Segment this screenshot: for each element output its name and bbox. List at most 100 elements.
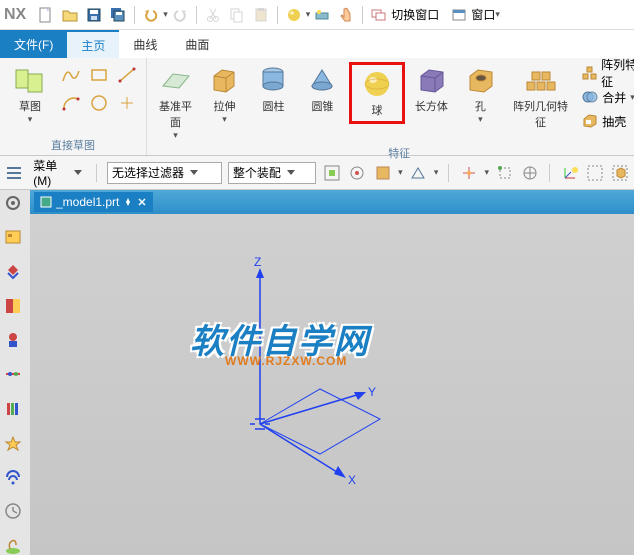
- redo-icon[interactable]: [170, 5, 190, 25]
- circle-icon[interactable]: [86, 90, 112, 116]
- system-icon[interactable]: [4, 537, 26, 555]
- separator: [448, 164, 449, 182]
- tab-home[interactable]: 主页: [67, 30, 119, 58]
- viewport[interactable]: Z Y X 软件自学网 WWW.RJZXW.COM: [30, 214, 634, 555]
- history-icon[interactable]: [4, 502, 26, 520]
- svg-text:Y: Y: [368, 385, 376, 399]
- separator: [96, 164, 97, 182]
- svg-text:Z: Z: [254, 255, 261, 269]
- pattern-geom-label: 阵列几何特征: [509, 98, 572, 130]
- window-label[interactable]: 窗口: [471, 6, 495, 23]
- window-dropdown[interactable]: ▾: [495, 9, 500, 20]
- sphere-button[interactable]: 球: [353, 66, 401, 120]
- app-logo: NX: [4, 6, 26, 24]
- hole-button[interactable]: 孔▾: [458, 62, 503, 127]
- datum-plane-label: 基准平面: [155, 98, 196, 130]
- sphere-quick-icon[interactable]: [284, 5, 304, 25]
- hd3d-icon[interactable]: [4, 365, 26, 383]
- cone-button[interactable]: 圆锥: [300, 62, 345, 116]
- separator: [196, 6, 197, 24]
- snap-2-icon[interactable]: [495, 162, 514, 184]
- pattern-feature-button[interactable]: 阵列特征: [582, 62, 634, 84]
- copy-icon[interactable]: [227, 5, 247, 25]
- cylinder-label: 圆柱: [262, 98, 284, 114]
- snap-3-icon[interactable]: [520, 162, 539, 184]
- sketch-button[interactable]: 草图 ▾: [6, 62, 54, 127]
- paste-icon[interactable]: [251, 5, 271, 25]
- sphere-label: 球: [371, 102, 382, 118]
- svg-text:X: X: [348, 473, 356, 487]
- pin-icon[interactable]: [123, 197, 133, 207]
- save-icon[interactable]: [84, 5, 104, 25]
- cylinder-button[interactable]: 圆柱: [251, 62, 296, 116]
- menu-file[interactable]: 文件(F): [0, 30, 67, 58]
- save-all-icon[interactable]: [108, 5, 128, 25]
- assembly-nav-icon[interactable]: [4, 263, 26, 281]
- sphere-highlight: 球: [349, 62, 405, 124]
- quick-dropdown[interactable]: ▾: [306, 9, 311, 20]
- switch-window-icon[interactable]: [369, 5, 389, 25]
- sketch-tools-grid: [58, 62, 140, 116]
- hole-label: 孔: [475, 98, 486, 114]
- menubar: 文件(F) 主页 曲线 曲面: [0, 30, 634, 58]
- select-mode-3-icon[interactable]: [373, 162, 392, 184]
- watermark-url: WWW.RJZXW.COM: [225, 354, 347, 368]
- pattern-geom-button[interactable]: 阵列几何特征: [507, 62, 574, 132]
- left-sidebar: [0, 190, 30, 555]
- datum-plane-button[interactable]: 基准平面▾: [153, 62, 198, 143]
- new-file-icon[interactable]: [36, 5, 56, 25]
- spline-icon[interactable]: [58, 62, 84, 88]
- internet-icon[interactable]: [4, 468, 26, 486]
- shell-button[interactable]: 抽壳: [582, 110, 634, 132]
- cone-label: 圆锥: [311, 98, 333, 114]
- close-icon[interactable]: [137, 197, 147, 207]
- cuboid-button[interactable]: 长方体: [409, 62, 454, 116]
- fit-icon[interactable]: [611, 162, 630, 184]
- snap-1-icon[interactable]: [459, 162, 478, 184]
- line-icon[interactable]: [114, 62, 140, 88]
- workspace: _model1.prt Z Y X 软件自学网 WWW.RJZXW.COM: [0, 190, 634, 555]
- separator: [277, 6, 278, 24]
- undo-dropdown[interactable]: ▾: [163, 9, 168, 20]
- bookmark-icon[interactable]: [4, 434, 26, 452]
- touch-icon[interactable]: [336, 5, 356, 25]
- wcs-icon[interactable]: [560, 162, 579, 184]
- extrude-button[interactable]: 拉伸▾: [202, 62, 247, 127]
- assembly-combo[interactable]: 整个装配: [228, 162, 317, 184]
- switch-window-label[interactable]: 切换窗口: [391, 6, 439, 23]
- sketch-label: 草图: [19, 98, 41, 114]
- rectangle-icon[interactable]: [86, 62, 112, 88]
- document-tab-strip: _model1.prt: [30, 190, 634, 214]
- settings-icon[interactable]: [4, 194, 26, 212]
- document-name: _model1.prt: [56, 195, 119, 209]
- csys-icon: Z Y X: [150, 244, 450, 504]
- ribbon-group-sketch: 草图 ▾ 直接草图: [0, 58, 147, 155]
- select-mode-2-icon[interactable]: [348, 162, 367, 184]
- library-icon[interactable]: [4, 400, 26, 418]
- constraint-nav-icon[interactable]: [4, 297, 26, 315]
- filter-combo[interactable]: 无选择过滤器: [107, 162, 222, 184]
- reuse-icon[interactable]: [4, 331, 26, 349]
- tab-curve[interactable]: 曲线: [119, 30, 171, 58]
- menu-icon[interactable]: [4, 162, 23, 184]
- window-icon[interactable]: [449, 5, 469, 25]
- feature-side-list: 阵列特征 合并▾ 抽壳: [578, 62, 634, 132]
- arc-icon[interactable]: [58, 90, 84, 116]
- cut-icon[interactable]: [203, 5, 223, 25]
- undo-icon[interactable]: [141, 5, 161, 25]
- tab-surface[interactable]: 曲面: [171, 30, 223, 58]
- render-icon[interactable]: [312, 5, 332, 25]
- point-icon[interactable]: [114, 90, 140, 116]
- titlebar: NX ▾ ▾ 切换窗口 窗口 ▾: [0, 0, 634, 30]
- unite-button[interactable]: 合并▾: [582, 86, 634, 108]
- ribbon: 草图 ▾ 直接草图 基准平面▾ 拉伸▾: [0, 58, 634, 156]
- separator: [134, 6, 135, 24]
- open-file-icon[interactable]: [60, 5, 80, 25]
- box-zoom-icon[interactable]: [586, 162, 605, 184]
- menu-button[interactable]: 菜单(M): [29, 162, 86, 184]
- select-mode-4-icon[interactable]: [409, 162, 428, 184]
- select-mode-1-icon[interactable]: [322, 162, 341, 184]
- separator: [549, 164, 550, 182]
- document-tab[interactable]: _model1.prt: [34, 192, 153, 212]
- part-nav-icon[interactable]: [4, 228, 26, 246]
